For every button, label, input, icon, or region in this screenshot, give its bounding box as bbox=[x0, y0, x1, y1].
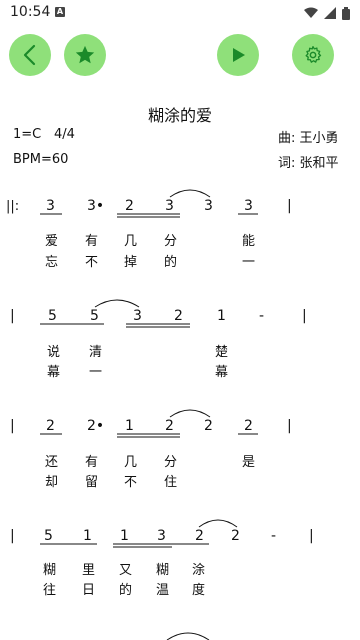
note: 1 bbox=[120, 528, 129, 544]
lyric: 涂 bbox=[192, 562, 205, 578]
lyric: 不 bbox=[124, 475, 137, 490]
lyric: 糊 bbox=[43, 562, 56, 578]
barline: | bbox=[287, 418, 292, 434]
lyric: 分 bbox=[164, 455, 177, 470]
lyric: 忘 bbox=[45, 255, 58, 270]
note: 1 bbox=[125, 418, 134, 434]
lyric: 清 bbox=[89, 345, 102, 360]
lyric: 能 bbox=[242, 234, 255, 249]
score-row-5-partial bbox=[166, 632, 210, 640]
note: 2• bbox=[87, 418, 104, 434]
barline: | bbox=[10, 308, 15, 324]
note: 3 bbox=[204, 198, 213, 214]
note: 1 bbox=[83, 528, 92, 544]
lyric: 爱 bbox=[45, 234, 58, 249]
note: 2 bbox=[46, 418, 55, 434]
lyric: 说 bbox=[47, 345, 60, 360]
note: 2 bbox=[165, 418, 174, 434]
note: 1 bbox=[217, 308, 226, 324]
score-row-3: | 2 2• 1 2 2 2 | 还 有 几 分 是 却 留 不 住 bbox=[10, 409, 292, 490]
note: 5 bbox=[44, 528, 53, 544]
lyric: 度 bbox=[192, 582, 205, 598]
note: 2 bbox=[195, 528, 204, 544]
score-row-4: | 5 1 1 3 2 2 - | 糊 里 又 糊 涂 往 日 的 温 度 bbox=[10, 519, 314, 598]
barline: | bbox=[309, 528, 314, 544]
slur bbox=[166, 632, 210, 640]
note: 3• bbox=[87, 198, 104, 214]
barline: | bbox=[287, 198, 292, 214]
lyric: 幕 bbox=[215, 365, 228, 380]
note: 2 bbox=[231, 528, 240, 544]
note: 3 bbox=[133, 308, 142, 324]
slur bbox=[169, 189, 211, 198]
lyric: 是 bbox=[242, 455, 255, 470]
lyric: 又 bbox=[119, 563, 132, 578]
lyric: 不 bbox=[85, 255, 98, 270]
note: 3 bbox=[165, 198, 174, 214]
lyric: 掉 bbox=[124, 255, 137, 270]
note: 2 bbox=[125, 198, 134, 214]
note: 2 bbox=[204, 418, 213, 434]
lyric: 几 bbox=[124, 234, 137, 249]
score-sheet: ||: 3 3• 2 3 3 3 | 爱 有 几 分 能 忘 不 掉 的 一 | bbox=[6, 189, 314, 640]
note: 5 bbox=[90, 308, 99, 324]
lyric: 住 bbox=[164, 475, 177, 490]
lyric: 幕 bbox=[47, 365, 60, 380]
score-row-2: | 5 5 3 2 1 - | 说 清 楚 幕 一 幕 bbox=[10, 299, 307, 380]
lyric: 的 bbox=[119, 582, 132, 598]
note: - bbox=[259, 308, 264, 324]
note: - bbox=[271, 528, 276, 544]
lyric: 几 bbox=[124, 455, 137, 470]
lyric: 糊 bbox=[156, 562, 169, 578]
score-row-1: ||: 3 3• 2 3 3 3 | 爱 有 几 分 能 忘 不 掉 的 一 bbox=[6, 189, 292, 270]
lyric: 留 bbox=[85, 475, 98, 490]
barline: | bbox=[302, 308, 307, 324]
note: 3 bbox=[46, 198, 55, 214]
note: 3 bbox=[244, 198, 253, 214]
barline: | bbox=[10, 418, 15, 434]
note: 2 bbox=[174, 308, 183, 324]
lyric: 楚 bbox=[215, 345, 228, 360]
lyric: 温 bbox=[156, 583, 169, 598]
lyric: 日 bbox=[82, 583, 95, 598]
note: 5 bbox=[48, 308, 57, 324]
note: 2 bbox=[244, 418, 253, 434]
lyric: 分 bbox=[164, 234, 177, 249]
lyric: 一 bbox=[242, 255, 255, 270]
slur bbox=[169, 409, 211, 418]
lyric: 有 bbox=[85, 455, 98, 470]
lyric: 却 bbox=[45, 475, 58, 490]
slur bbox=[198, 519, 238, 528]
slur bbox=[94, 299, 140, 308]
lyric: 有 bbox=[85, 234, 98, 249]
lyric: 还 bbox=[45, 455, 58, 470]
barline: | bbox=[10, 528, 15, 544]
repeat-start-barline: ||: bbox=[6, 199, 19, 214]
lyric: 的 bbox=[164, 254, 177, 270]
lyric: 往 bbox=[43, 583, 56, 598]
note: 3 bbox=[157, 528, 166, 544]
lyric: 里 bbox=[82, 563, 95, 578]
lyric: 一 bbox=[89, 365, 102, 380]
